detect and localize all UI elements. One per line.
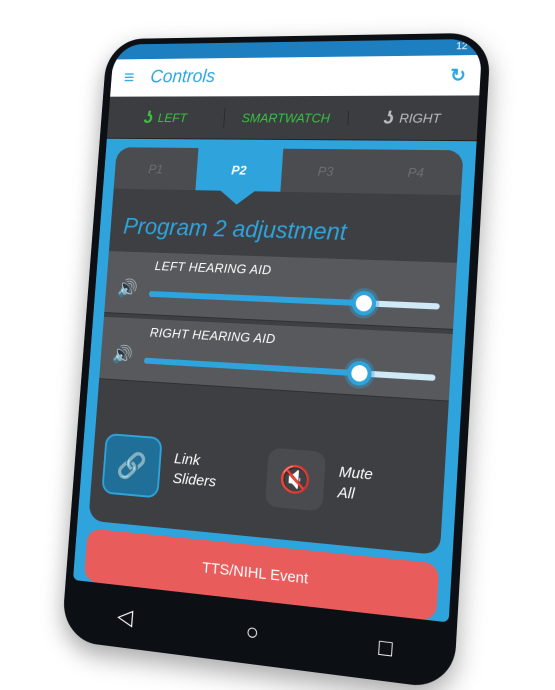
mute-icon: 🔇 xyxy=(264,447,327,512)
app-bar: ≡ Controls ↻ xyxy=(110,54,482,97)
link-sliders-label-line2: Sliders xyxy=(172,469,217,491)
speaker-icon: 🔊 xyxy=(116,278,139,299)
menu-icon[interactable]: ≡ xyxy=(123,67,135,89)
mute-all-label: Mute All xyxy=(337,462,373,506)
page-title: Controls xyxy=(149,66,216,88)
left-slider-thumb[interactable] xyxy=(350,290,377,316)
device-tab-smartwatch[interactable]: SMARTWATCH xyxy=(224,110,349,126)
right-ear-icon: ʖ xyxy=(383,107,394,128)
tab-p3[interactable]: P3 xyxy=(280,149,371,194)
device-tab-right-label: RIGHT xyxy=(398,110,442,126)
actions-row: 🔗 Link Sliders 🔇 Mute All xyxy=(88,404,447,555)
left-hearing-aid-row: LEFT HEARING AID 🔊 xyxy=(104,251,457,330)
link-sliders-button[interactable]: 🔗 Link Sliders xyxy=(101,432,257,507)
device-tab-left-label: LEFT xyxy=(157,110,188,125)
program-tabs: P1 P2 P3 P4 xyxy=(113,147,464,196)
stage: 12 ≡ Controls ↻ ʖ LEFT SMARTWATCH ʖ RIGH… xyxy=(0,0,555,690)
status-time: 12 xyxy=(455,41,468,53)
left-ear-icon: ʖ xyxy=(143,107,154,127)
device-tab-right[interactable]: ʖ RIGHT xyxy=(348,107,479,128)
link-sliders-label: Link Sliders xyxy=(172,449,218,492)
home-icon[interactable]: ○ xyxy=(245,618,260,646)
refresh-icon[interactable]: ↻ xyxy=(450,65,467,86)
left-volume-slider[interactable] xyxy=(148,289,440,316)
right-volume-slider[interactable] xyxy=(143,356,436,387)
mute-all-label-line1: Mute xyxy=(338,463,374,484)
tab-p4[interactable]: P4 xyxy=(369,149,464,195)
left-hearing-aid-label: LEFT HEARING AID xyxy=(154,258,272,278)
right-hearing-aid-label: RIGHT HEARING AID xyxy=(149,324,276,347)
link-icon: 🔗 xyxy=(101,432,163,499)
right-slider-thumb[interactable] xyxy=(346,360,372,387)
phone-screen: 12 ≡ Controls ↻ ʖ LEFT SMARTWATCH ʖ RIGH… xyxy=(72,38,483,623)
program-panel: P1 P2 P3 P4 Program 2 adjustment LEFT HE… xyxy=(88,147,464,556)
phone-device: 12 ≡ Controls ↻ ʖ LEFT SMARTWATCH ʖ RIGH… xyxy=(61,32,492,690)
back-icon[interactable]: ◁ xyxy=(116,603,133,631)
device-tab-smartwatch-label: SMARTWATCH xyxy=(241,110,331,125)
right-hearing-aid-row: RIGHT HEARING AID 🔊 xyxy=(99,316,453,402)
speaker-icon: 🔊 xyxy=(111,344,134,365)
device-tab-left[interactable]: ʖ LEFT xyxy=(107,107,226,128)
program-title: Program 2 adjustment xyxy=(122,213,348,247)
mute-all-label-line2: All xyxy=(337,483,356,503)
left-slider-fill xyxy=(148,291,364,307)
recent-apps-icon[interactable]: □ xyxy=(378,634,393,663)
right-slider-fill xyxy=(143,357,360,377)
mute-all-button[interactable]: 🔇 Mute All xyxy=(264,447,433,522)
device-tabs: ʖ LEFT SMARTWATCH ʖ RIGHT xyxy=(106,95,480,142)
tab-p2[interactable]: P2 xyxy=(195,147,284,192)
tab-p1[interactable]: P1 xyxy=(114,147,199,190)
